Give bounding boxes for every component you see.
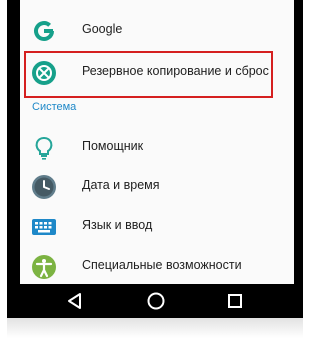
settings-item-label: Специальные возможности (82, 258, 242, 272)
settings-item-language-input[interactable]: Язык и ввод (20, 207, 294, 247)
home-icon[interactable] (146, 291, 166, 311)
phone-frame: Google Резервное копирование и сброс Сис… (0, 0, 309, 338)
settings-screen: Google Резервное копирование и сброс Сис… (20, 0, 294, 284)
settings-item-label: Дата и время (82, 178, 160, 192)
recents-icon[interactable] (225, 291, 245, 311)
keyboard-icon (32, 219, 56, 235)
settings-item-google[interactable]: Google (20, 11, 294, 51)
navigation-bar (20, 284, 294, 318)
google-g-icon (34, 21, 54, 41)
clock-icon (32, 175, 56, 199)
settings-item-date-time[interactable]: Дата и время (20, 167, 294, 207)
settings-item-label: Google (82, 22, 123, 36)
settings-item-accessibility[interactable]: Специальные возможности (20, 247, 294, 287)
frame-shadow (7, 318, 303, 338)
phone-bezel-left (7, 0, 20, 318)
phone-bezel-right (294, 0, 303, 318)
lightbulb-icon (35, 137, 53, 160)
highlight-box (24, 51, 273, 98)
settings-item-label: Язык и ввод (82, 218, 153, 232)
back-icon[interactable] (65, 291, 85, 311)
accessibility-icon (32, 255, 56, 279)
settings-item-label: Помощник (82, 139, 144, 153)
settings-item-assistant[interactable]: Помощник (20, 128, 294, 168)
section-header-system: Система (32, 101, 77, 113)
